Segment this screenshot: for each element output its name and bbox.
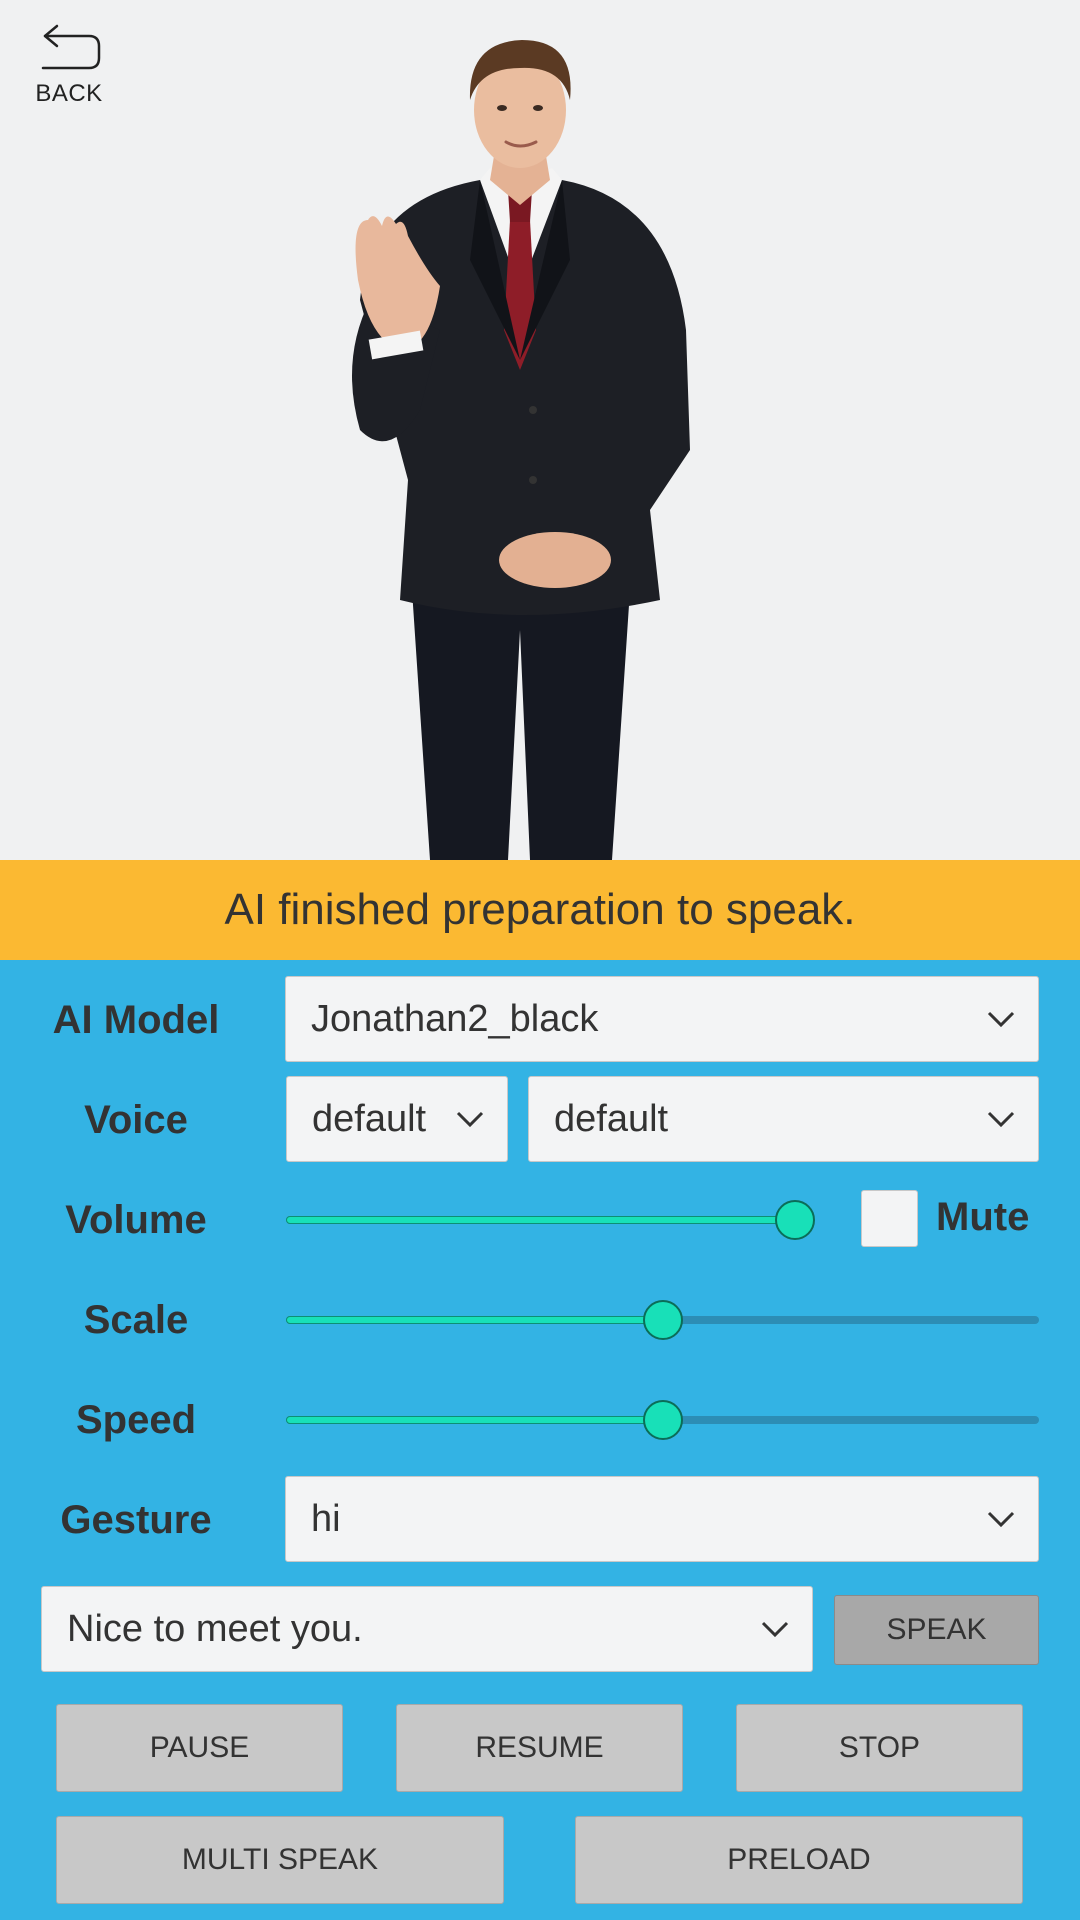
slider-fill xyxy=(286,1316,663,1324)
speech-text-select[interactable]: Nice to meet you. xyxy=(41,1586,813,1672)
scale-slider[interactable] xyxy=(286,1300,1039,1340)
chevron-down-icon xyxy=(456,1111,484,1128)
gesture-label: Gesture xyxy=(60,1498,212,1542)
pause-button[interactable]: PAUSE xyxy=(56,1704,343,1792)
voice-language-value: default xyxy=(312,1097,427,1140)
resume-button[interactable]: RESUME xyxy=(396,1704,683,1792)
volume-slider[interactable] xyxy=(286,1200,816,1240)
voice-name-value: default xyxy=(554,1097,669,1140)
back-button[interactable]: BACK xyxy=(28,20,110,108)
voice-label: Voice xyxy=(84,1098,188,1142)
speed-slider[interactable] xyxy=(286,1400,1039,1440)
preload-button[interactable]: PRELOAD xyxy=(575,1816,1023,1904)
back-arrow-icon xyxy=(41,24,101,70)
back-label: BACK xyxy=(35,80,103,107)
chevron-down-icon xyxy=(761,1621,789,1638)
chevron-down-icon xyxy=(987,1511,1015,1528)
voice-language-select[interactable]: default xyxy=(286,1076,508,1162)
slider-thumb[interactable] xyxy=(642,1400,683,1440)
avatar-stage: BACK xyxy=(0,0,1080,860)
ai-model-select[interactable]: Jonathan2_black xyxy=(285,976,1039,1062)
speed-label: Speed xyxy=(75,1398,197,1442)
mute-checkbox[interactable] xyxy=(861,1190,918,1247)
stop-button[interactable]: STOP xyxy=(736,1704,1023,1792)
gesture-select[interactable]: hi xyxy=(285,1476,1039,1562)
ai-model-value: Jonathan2_black xyxy=(311,997,599,1040)
volume-label: Volume xyxy=(65,1198,207,1242)
ai-avatar-figure xyxy=(352,40,690,860)
slider-fill xyxy=(286,1416,663,1424)
mute-label: Mute xyxy=(936,1195,1030,1239)
chevron-down-icon xyxy=(987,1111,1015,1128)
voice-name-select[interactable]: default xyxy=(528,1076,1039,1162)
scale-label: Scale xyxy=(83,1298,189,1342)
slider-thumb[interactable] xyxy=(775,1200,816,1240)
status-message: AI finished preparation to speak. xyxy=(224,885,856,934)
ai-model-label: AI Model xyxy=(52,998,220,1042)
speak-button[interactable]: SPEAK xyxy=(834,1595,1039,1665)
status-banner: AI finished preparation to speak. xyxy=(0,860,1080,960)
control-panel: AI Model Jonathan2_black Voice default d… xyxy=(0,960,1080,1920)
gesture-value: hi xyxy=(311,1497,341,1540)
speech-text-value: Nice to meet you. xyxy=(67,1607,363,1650)
slider-fill xyxy=(286,1216,796,1224)
multi-speak-button[interactable]: MULTI SPEAK xyxy=(56,1816,504,1904)
chevron-down-icon xyxy=(987,1011,1015,1028)
slider-thumb[interactable] xyxy=(642,1300,683,1340)
